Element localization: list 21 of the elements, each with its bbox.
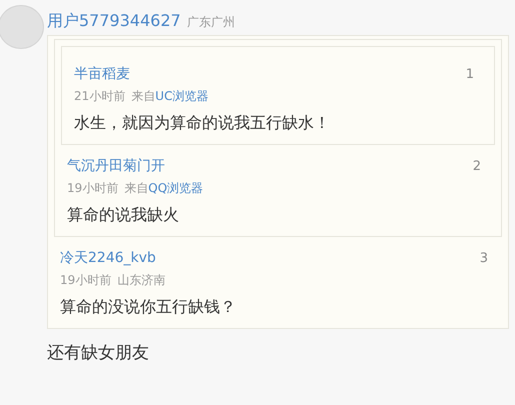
meta-text: 21小时前: [74, 88, 126, 105]
username-link[interactable]: 用户5779344627: [47, 11, 181, 32]
source-link[interactable]: QQ浏览器: [148, 180, 204, 197]
meta-text: 来自: [124, 180, 148, 197]
comment-text: 还有缺女朋友: [47, 342, 150, 364]
meta-text: 19小时前: [60, 272, 112, 289]
username-link[interactable]: 气沉丹田菊门开: [67, 157, 165, 175]
quote-text: 算命的说我缺火: [67, 205, 180, 226]
avatar: [0, 5, 44, 49]
floor-number: 3: [480, 250, 488, 266]
floor-number: 2: [472, 158, 481, 174]
meta-text: 来自: [131, 88, 156, 105]
location-text: 广东广州: [186, 14, 235, 31]
username-link[interactable]: 半亩稻麦: [74, 65, 130, 83]
quote-text: 水生，就因为算命的说我五行缺水！: [74, 113, 331, 134]
meta-text: 19小时前: [67, 180, 118, 197]
meta-text: 山东济南: [117, 272, 166, 289]
floor-number: 1: [466, 66, 474, 82]
quote-text: 算命的没说你五行缺钱？: [60, 297, 237, 318]
source-link[interactable]: UC浏览器: [155, 88, 208, 105]
username-link[interactable]: 冷天2246_kvb: [60, 249, 156, 267]
